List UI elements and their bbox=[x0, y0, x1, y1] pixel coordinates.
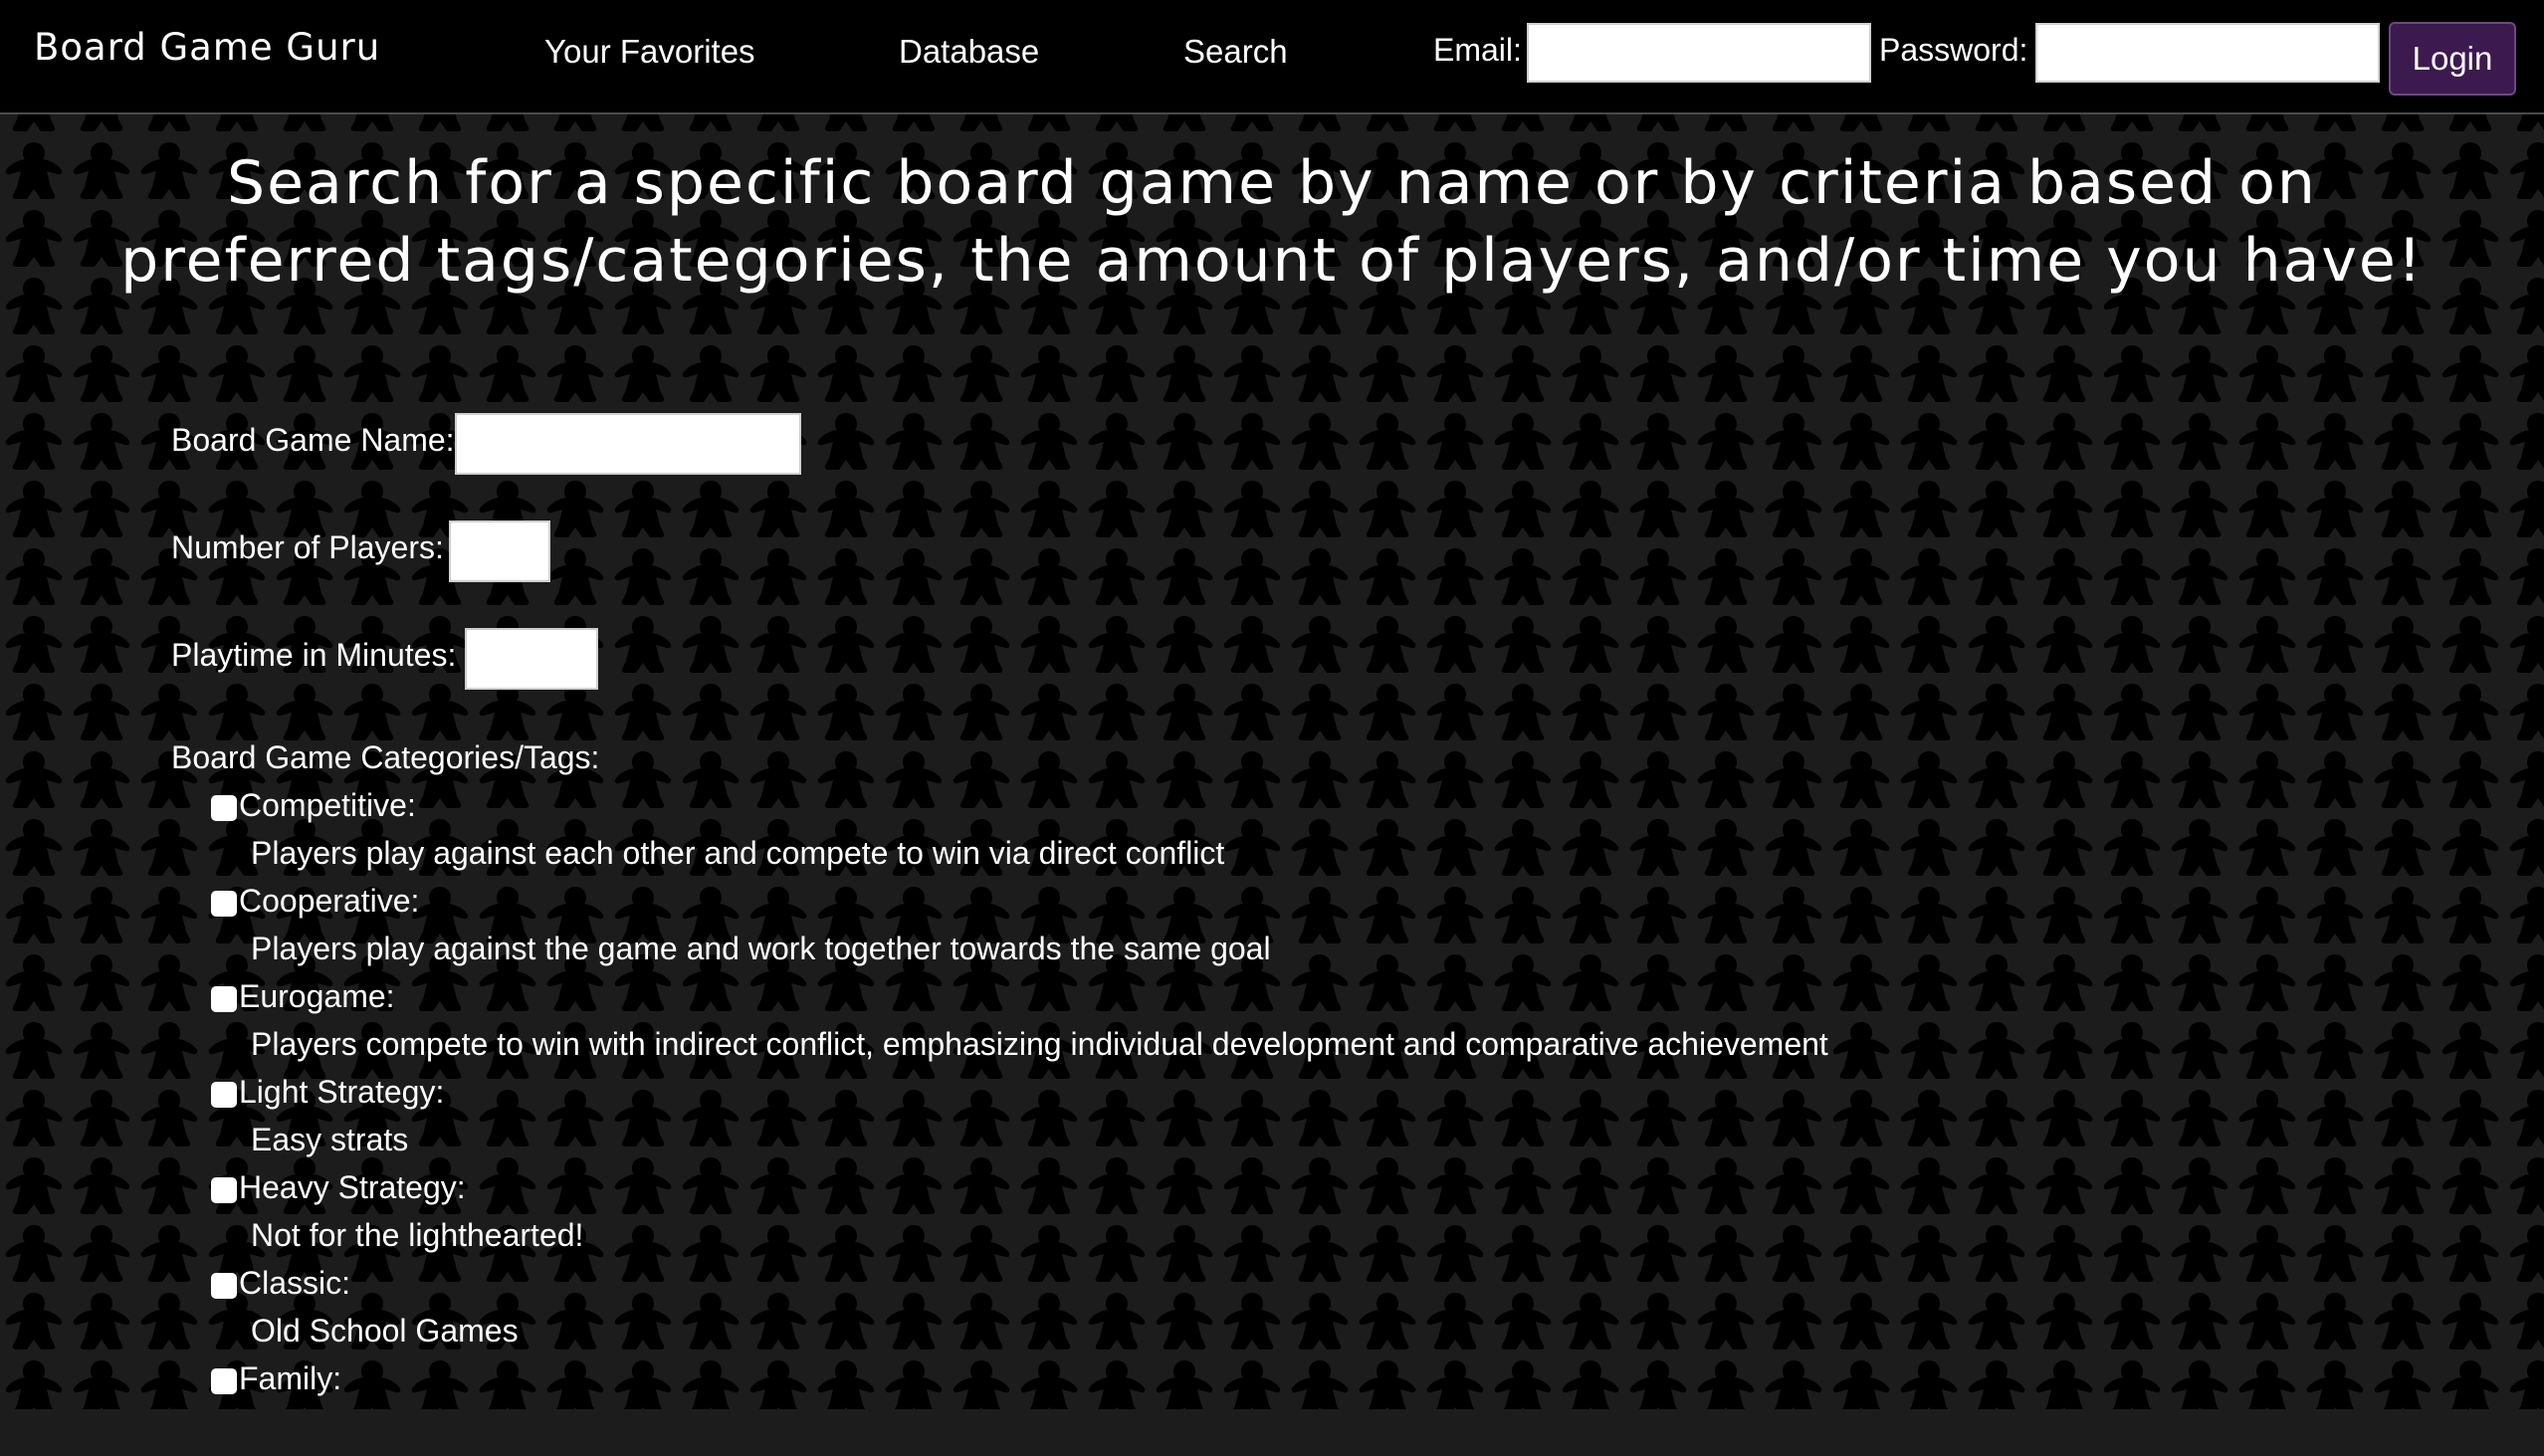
category-description: Old School Games bbox=[251, 1313, 519, 1349]
category-description: Not for the lighthearted! bbox=[251, 1217, 584, 1253]
category-name: Family: bbox=[239, 1360, 342, 1396]
playtime-input[interactable] bbox=[465, 628, 598, 690]
email-input[interactable] bbox=[1527, 23, 1871, 83]
playtime-label: Playtime in Minutes: bbox=[171, 637, 457, 673]
category-item-family: Family: bbox=[211, 1360, 2401, 1456]
heavy-strategy-checkbox[interactable] bbox=[211, 1177, 237, 1203]
top-navbar: Board Game Guru Your Favorites Database … bbox=[0, 0, 2544, 114]
categories-list: Competitive: Players play against each o… bbox=[211, 787, 2401, 1456]
family-checkbox[interactable] bbox=[211, 1368, 237, 1394]
category-name: Eurogame: bbox=[239, 978, 395, 1014]
brand-logo[interactable]: Board Game Guru bbox=[34, 26, 380, 69]
board-game-name-label: Board Game Name: bbox=[171, 422, 455, 458]
email-label: Email: bbox=[1433, 32, 1522, 68]
light-strategy-checkbox[interactable] bbox=[211, 1082, 237, 1108]
cooperative-checkbox[interactable] bbox=[211, 891, 237, 917]
board-game-name-input[interactable] bbox=[455, 413, 801, 475]
category-description: Players play against each other and comp… bbox=[251, 835, 1225, 871]
nav-link-database[interactable]: Database bbox=[899, 33, 1039, 71]
competitive-checkbox[interactable] bbox=[211, 795, 237, 821]
category-name: Competitive: bbox=[239, 787, 416, 823]
category-name: Classic: bbox=[239, 1265, 351, 1301]
password-label: Password: bbox=[1879, 32, 2028, 68]
nav-link-search[interactable]: Search bbox=[1183, 33, 1288, 71]
number-of-players-label: Number of Players: bbox=[171, 529, 444, 565]
nav-link-your-favorites[interactable]: Your Favorites bbox=[544, 33, 755, 71]
category-description: Easy strats bbox=[251, 1122, 409, 1157]
classic-checkbox[interactable] bbox=[211, 1273, 237, 1299]
category-item-competitive: Competitive: Players play against each o… bbox=[211, 787, 2401, 883]
categories-heading: Board Game Categories/Tags: bbox=[171, 739, 600, 775]
number-of-players-input[interactable] bbox=[449, 520, 550, 582]
category-description: Players play against the game and work t… bbox=[251, 931, 1271, 966]
login-button[interactable]: Login bbox=[2389, 22, 2516, 96]
eurogame-checkbox[interactable] bbox=[211, 986, 237, 1012]
category-name: Light Strategy: bbox=[239, 1074, 445, 1110]
category-item-classic: Classic: Old School Games bbox=[211, 1265, 2401, 1360]
category-item-eurogame: Eurogame: Players compete to win with in… bbox=[211, 978, 2401, 1074]
category-item-cooperative: Cooperative: Players play against the ga… bbox=[211, 883, 2401, 978]
password-input[interactable] bbox=[2035, 23, 2380, 83]
search-page-main: Search for a specific board game by name… bbox=[0, 114, 2544, 1409]
page-heading: Search for a specific board game by name… bbox=[120, 148, 2424, 296]
category-name: Heavy Strategy: bbox=[239, 1169, 466, 1205]
category-description: Players compete to win with indirect con… bbox=[251, 1026, 1828, 1062]
category-item-heavy-strategy: Heavy Strategy: Not for the lighthearted… bbox=[211, 1169, 2401, 1265]
category-item-light-strategy: Light Strategy: Easy strats bbox=[211, 1074, 2401, 1169]
category-name: Cooperative: bbox=[239, 883, 420, 919]
